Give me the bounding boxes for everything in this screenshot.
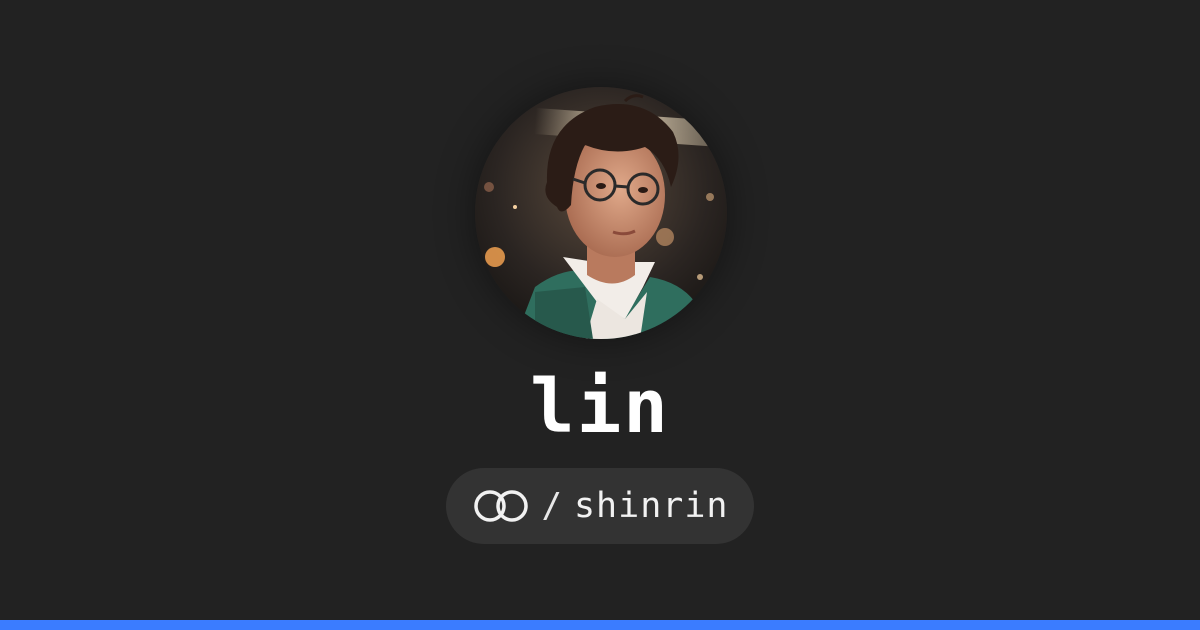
profile-handle-link[interactable]: / shinrin — [446, 468, 754, 544]
handle-separator: / — [541, 486, 562, 526]
profile-handle: shinrin — [573, 486, 729, 526]
avatar — [475, 87, 727, 339]
profile-card: lin / shinrin — [0, 0, 1200, 630]
interlocking-circles-logo-icon — [472, 488, 530, 524]
profile-name: lin — [530, 364, 670, 450]
accent-bar — [0, 620, 1200, 630]
